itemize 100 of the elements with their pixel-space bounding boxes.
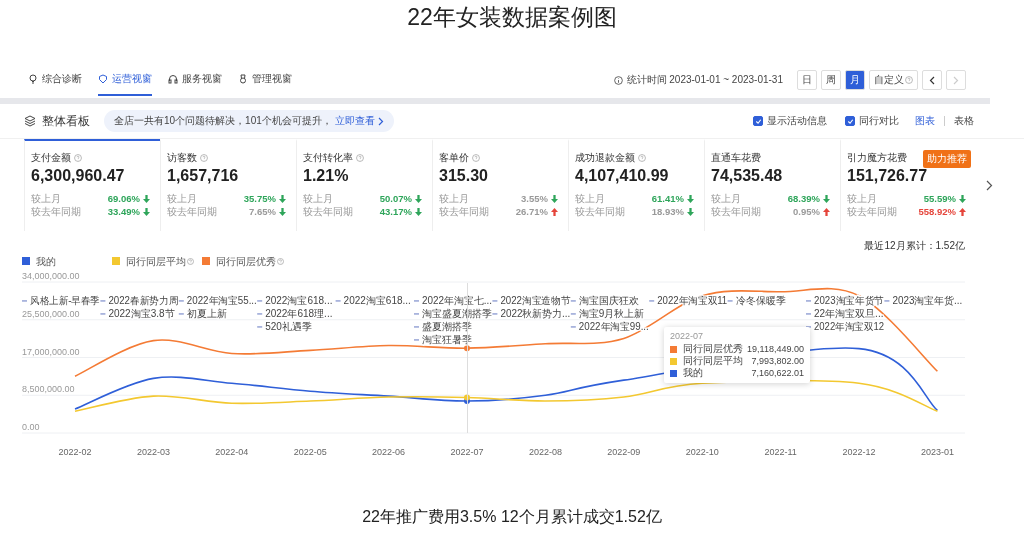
recommend-badge: 助力推荐 [923,150,971,168]
help-icon[interactable] [187,258,194,265]
arrow-down-icon [959,194,966,203]
kpi-card[interactable]: 客单价 315.30 较上月 3.55% 较去年同期 26.71% [432,139,568,231]
activity-tag: 淘宝国庆狂欢 [570,295,639,306]
view-toggle[interactable]: 表格 [954,114,974,128]
compare-label: 较上月 [167,191,197,206]
arrow-down-icon [551,194,558,203]
kpi-card[interactable]: 支付金额 6,300,960.47 较上月 69.06% 较去年同期 33.49% [24,139,160,231]
layers-icon [24,115,36,127]
help-icon[interactable] [277,258,284,265]
compare-percent: 61.41% [651,193,684,204]
checkbox[interactable] [753,116,763,126]
activity-tag: 2022年淘宝双12 [806,321,888,332]
compare-label: 较上月 [847,191,877,206]
x-axis-label: 2022-08 [528,447,562,457]
chevron-left-icon [929,75,935,85]
x-axis-label: 2022-06 [372,447,406,457]
tooltip-value: 19,118,449.00 [747,344,804,354]
chevron-right-icon [953,75,959,85]
activity-tag: 2022淘宝618... [257,295,333,306]
help-icon[interactable] [905,76,913,84]
legend-swatch [202,257,210,265]
kpi-name: 直通车花费 [711,150,761,165]
range-button[interactable]: 月 [845,70,865,90]
compare-label: 较去年同期 [303,204,353,219]
kpi-name: 成功退款金额 [575,150,635,165]
kpi-card[interactable]: 成功退款金额 4,107,410.99 较上月 61.41% 较去年同期 18.93% [568,139,704,231]
compare-label: 较去年同期 [575,204,625,219]
range-button[interactable]: 日 [797,70,817,90]
view-tab[interactable]: 运营视窗 [98,64,152,96]
kpi-value: 151,726.77 [847,167,929,185]
kpi-value: 1,657,716 [167,167,240,185]
kpi-card[interactable]: 直通车花费 74,535.48 较上月 68.39% 较去年同期 0.95% [704,139,840,231]
help-icon[interactable] [200,153,208,162]
kpi-value: 6,300,960.47 [31,167,126,185]
compare-percent: 3.55% [521,193,548,204]
activity-tag: 初夏上新 [178,308,227,319]
arrow-down-icon [823,194,830,203]
tooltip-swatch [670,357,677,365]
x-axis-label: 2022-02 [58,447,92,457]
activity-tag: 2022年淘宝七... [414,295,493,306]
view-tab[interactable]: 综合诊断 [28,64,82,96]
shield-icon [98,74,108,84]
help-icon[interactable] [638,153,646,162]
view-toggle[interactable]: 图表 [915,114,935,128]
kpi-card[interactable]: 访客数 1,657,716 较上月 35.75% 较去年同期 7.65% [160,139,296,231]
info-icon [613,75,623,85]
compare-label: 较去年同期 [711,204,761,219]
y-axis-label: 25,500,000.00 [22,308,80,319]
y-axis-label: 34,000,000.00 [22,271,80,281]
compare-label: 较去年同期 [31,204,81,219]
kpi-card[interactable]: 支付转化率 1.21% 较上月 50.07% 较去年同期 43.17% [296,139,432,231]
kpi-name: 客单价 [439,150,469,165]
checkbox[interactable] [845,116,855,126]
activity-tag: 2022年淘宝55... [178,295,259,306]
compare-percent: 558.92% [918,206,956,217]
legend-label[interactable]: 同行同层平均 [126,256,186,267]
chevron-right-icon[interactable] [986,179,993,191]
compare-label: 较上月 [575,191,605,206]
view-tab[interactable]: 服务视窗 [168,64,222,96]
kpi-card[interactable]: 引力魔方花费 助力推荐 151,726.77 较上月 55.59% 较去年同期 558.92% [840,139,976,231]
activity-tag: 2022年618理... [257,308,333,319]
kpi-name: 访客数 [167,150,197,165]
compare-label: 较上月 [711,191,741,206]
legend-swatch [22,257,30,265]
x-axis-label: 2022-11 [764,447,797,457]
arrow-up-icon [823,207,830,216]
lightbulb-icon [28,74,38,84]
checkbox-label: 显示活动信息 [767,114,827,128]
help-icon[interactable] [472,153,480,162]
compare-percent: 68.39% [787,193,820,204]
legend-label[interactable]: 同行同层优秀 [216,256,276,267]
range-button[interactable]: 周 [821,70,841,90]
compare-percent: 43.17% [379,206,412,217]
tooltip-swatch [670,369,677,377]
cumulative-total: 最近12月累计：1.52亿 [864,240,965,251]
x-axis-label: 2022-03 [136,447,170,457]
period-label: 统计时间 2023-01-01 ~ 2023-01-31 [626,73,783,87]
previous-button[interactable] [922,70,942,90]
activity-tag: 冷冬保暖季 [727,295,786,306]
range-button[interactable]: 自定义 [869,70,918,90]
tooltip-value: 7,993,802.00 [751,356,804,366]
kpi-name: 支付转化率 [303,150,353,165]
activity-tag: 2022淘宝3.8节 [100,308,175,319]
compare-percent: 33.49% [107,206,140,217]
page-title: 22年女装数据案例图 [406,3,618,32]
x-axis-label: 2022-12 [842,447,876,457]
help-icon[interactable] [74,153,82,162]
compare-label: 较上月 [31,191,61,206]
view-now-link[interactable]: 立即查看 [334,114,375,128]
legend-swatch [112,257,120,265]
activity-tag: 2022秋新势力... [492,308,571,319]
medal-icon [238,74,248,84]
activity-tag: 2022淘宝造物节 [492,295,573,306]
compare-percent: 18.93% [651,206,684,217]
activity-tag: 2022淘宝618... [335,295,411,306]
view-tab[interactable]: 管理视窗 [238,64,292,96]
help-icon[interactable] [356,153,364,162]
legend-label[interactable]: 我的 [36,256,56,267]
